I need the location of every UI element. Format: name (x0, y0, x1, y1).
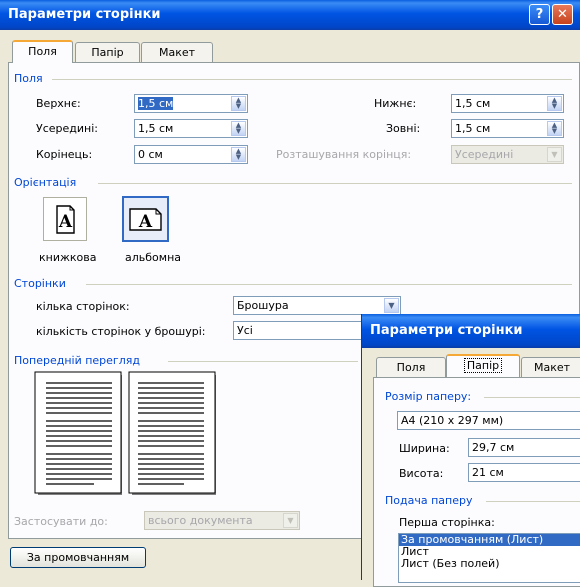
outside-margin-input[interactable]: 1,5 см ▲ ▼ (451, 119, 564, 138)
divider (486, 501, 580, 502)
paper-height-input[interactable]: 21 см (468, 463, 580, 482)
svg-text:A: A (58, 212, 73, 232)
outside-margin-spinner[interactable]: ▲ ▼ (547, 121, 562, 136)
chevron-down-icon[interactable]: ▼ (547, 147, 562, 162)
svg-text:A: A (138, 212, 153, 232)
paper-width-input[interactable]: 29,7 см (468, 438, 580, 457)
paper-source-group-label: Подача паперу (385, 494, 473, 507)
inside-margin-spinner[interactable]: ▲ ▼ (231, 121, 246, 136)
orientation-group-label: Орієнтація (14, 176, 77, 189)
tab-margins[interactable]: Поля (12, 40, 73, 63)
chevron-down-icon[interactable]: ▼ (384, 298, 399, 313)
paper-width-label: Ширина: (399, 442, 450, 455)
landscape-page-icon: A (129, 208, 162, 232)
divider (86, 284, 572, 285)
gutter-input[interactable]: 0 см ▲ ▼ (134, 145, 248, 164)
page-setup-dialog-paper: Параметри сторінки Поля Папір Макет Розм… (361, 314, 580, 587)
paper-size-group-label: Розмір паперу: (385, 390, 472, 403)
first-page-tray-list[interactable]: За промовчанням (Лист) Лист Лист (Без по… (398, 533, 580, 583)
divider (52, 79, 572, 80)
divider (98, 183, 572, 184)
top-margin-input[interactable]: 1,5 см ▲ ▼ (134, 94, 248, 113)
help-icon[interactable]: ? (529, 4, 550, 25)
inside-margin-input[interactable]: 1,5 см ▲ ▼ (134, 119, 248, 138)
gutter-position-label: Розташування корінця: (276, 148, 412, 161)
tab-margins[interactable]: Поля (376, 357, 446, 377)
booklet-preview (34, 371, 216, 495)
multiple-pages-label: кілька сторінок: (36, 300, 130, 313)
first-page-label: Перша сторінка: (399, 516, 495, 529)
sheets-per-booklet-select[interactable]: Усі (233, 321, 373, 340)
bottom-margin-spinner[interactable]: ▲ ▼ (547, 96, 562, 111)
pages-group-label: Сторінки (14, 277, 66, 290)
top-margin-label: Верхнє: (36, 97, 81, 110)
tab-layout[interactable]: Макет (141, 42, 213, 62)
divider (168, 361, 358, 362)
dialog-title: Параметри сторінки (8, 7, 161, 22)
gutter-spinner[interactable]: ▲ ▼ (231, 147, 246, 162)
sheets-per-booklet-label: кількість сторінок у брошурі: (36, 325, 206, 338)
top-margin-spinner[interactable]: ▲ ▼ (231, 96, 246, 111)
bottom-margin-label: Нижнє: (374, 97, 417, 110)
tab-paper[interactable]: Папір (446, 354, 520, 377)
apply-to-label: Застосувати до: (14, 515, 108, 528)
bottom-margin-input[interactable]: 1,5 см ▲ ▼ (451, 94, 564, 113)
portrait-page-icon: A (56, 205, 75, 234)
divider (484, 397, 580, 398)
outside-margin-label: Зовні: (386, 122, 421, 135)
dialog-title-bar[interactable]: Параметри сторінки (0, 0, 580, 30)
portrait-button[interactable]: A (43, 197, 87, 241)
dialog-title: Параметри сторінки (370, 323, 523, 338)
apply-to-select[interactable]: всього документа ▼ (144, 511, 300, 530)
margins-group-label: Поля (14, 72, 43, 85)
inside-margin-label: Усередині: (36, 122, 98, 135)
tab-paper[interactable]: Папір (75, 42, 140, 62)
preview-group-label: Попередній перегляд (14, 354, 140, 367)
default-button[interactable]: За промовчанням (10, 547, 146, 568)
gutter-label: Корінець: (36, 148, 93, 161)
paper-size-select[interactable]: А4 (210 x 297 мм) (397, 411, 580, 430)
portrait-label: книжкова (39, 251, 97, 264)
tab-layout[interactable]: Макет (521, 357, 580, 377)
gutter-position-select[interactable]: Усередині ▼ (451, 145, 564, 164)
chevron-down-icon[interactable]: ▼ (283, 513, 298, 528)
dialog-title-bar[interactable]: Параметри сторінки (362, 314, 580, 348)
paper-height-label: Висота: (399, 467, 444, 480)
multiple-pages-select[interactable]: Брошура ▼ (233, 296, 401, 315)
landscape-button[interactable]: A (122, 196, 169, 242)
list-item[interactable]: Лист (Без полей) (399, 558, 580, 570)
close-icon[interactable]: ✕ (552, 4, 573, 25)
landscape-label: альбомна (125, 251, 181, 264)
